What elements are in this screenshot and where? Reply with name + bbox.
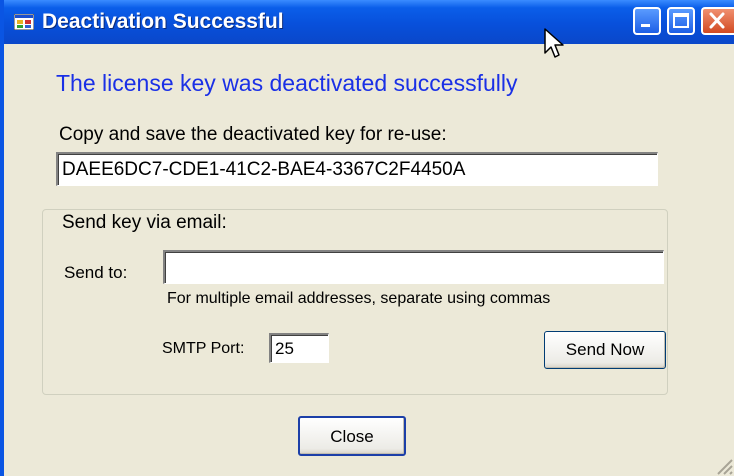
- maximize-button[interactable]: [667, 7, 695, 35]
- close-icon: [709, 12, 725, 29]
- deactivation-dialog: Deactivation Successful The license key …: [0, 0, 734, 476]
- close-button[interactable]: Close: [298, 416, 406, 456]
- send-to-label: Send to:: [64, 263, 128, 282]
- success-heading: The license key was deactivated successf…: [56, 70, 518, 96]
- cursor-icon: [544, 28, 564, 58]
- app-icon[interactable]: [13, 13, 35, 31]
- window-title: Deactivation Successful: [42, 10, 284, 33]
- copy-key-label: Copy and save the deactivated key for re…: [59, 124, 447, 145]
- email-hint: For multiple email addresses, separate u…: [167, 290, 551, 307]
- resize-grip-icon[interactable]: [712, 454, 734, 476]
- smtp-port-input[interactable]: [269, 333, 329, 363]
- title-bar[interactable]: Deactivation Successful: [4, 0, 734, 44]
- smtp-port-label: SMTP Port:: [162, 340, 245, 357]
- send-to-input[interactable]: [163, 250, 664, 284]
- minimize-button[interactable]: [633, 7, 661, 35]
- deactivated-key-field[interactable]: [56, 152, 658, 186]
- minimize-icon: [641, 24, 650, 27]
- send-now-button[interactable]: Send Now: [544, 331, 666, 369]
- email-group-legend: Send key via email:: [60, 212, 229, 234]
- close-window-button[interactable]: [701, 7, 734, 35]
- maximize-icon: [673, 13, 689, 28]
